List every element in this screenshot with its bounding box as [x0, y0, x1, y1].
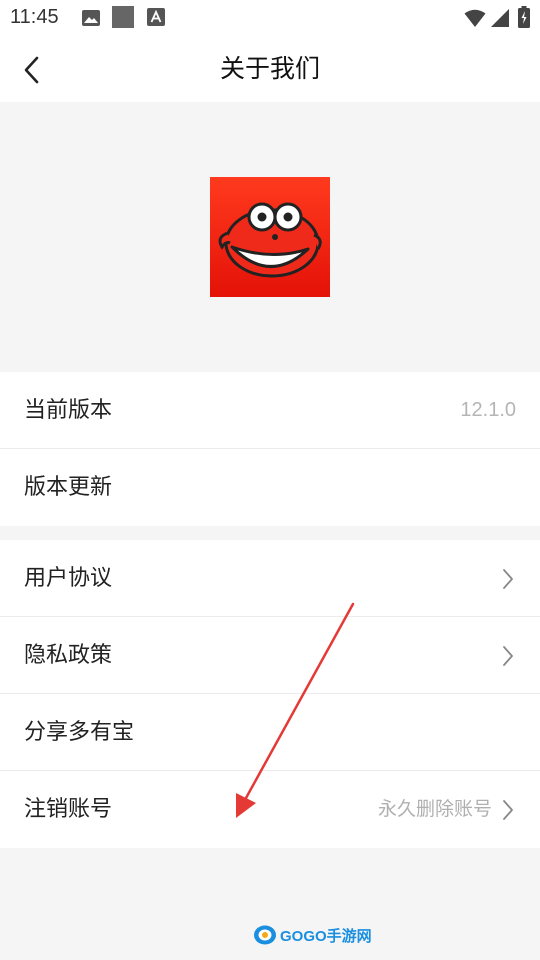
chevron-right-icon: [503, 800, 513, 820]
version-value: 12.1.0: [460, 399, 516, 421]
row-label: 隐私政策: [24, 643, 113, 668]
logo-area: [0, 102, 540, 372]
user-agreement-row[interactable]: 用户协议: [0, 540, 540, 617]
share-row[interactable]: 分享多有宝: [0, 694, 540, 771]
nav-bar: 关于我们: [0, 36, 540, 102]
info-group: 当前版本 12.1.0 版本更新: [0, 372, 540, 526]
watermark-text: GOGO手游网: [280, 927, 372, 945]
wifi-icon: [464, 9, 486, 27]
battery-icon: [518, 6, 530, 28]
delete-account-row[interactable]: 注销账号 永久删除账号: [0, 771, 540, 848]
row-label: 分享多有宝: [24, 720, 135, 745]
row-label: 版本更新: [24, 475, 113, 500]
chevron-right-icon: [503, 569, 513, 589]
a-icon: [147, 8, 165, 26]
status-bar: 11:45: [0, 0, 540, 36]
row-label: 注销账号: [24, 797, 113, 822]
status-time: 11:45: [10, 6, 59, 28]
row-label: 当前版本: [24, 398, 113, 423]
chevron-right-icon: [503, 646, 513, 666]
page-title: 关于我们: [219, 54, 320, 83]
current-version-row: 当前版本 12.1.0: [0, 372, 540, 449]
watermark: GOGO手游网: [253, 924, 372, 946]
version-update-row[interactable]: 版本更新: [0, 449, 540, 526]
delete-account-hint: 永久删除账号: [377, 798, 492, 820]
square-icon: [112, 6, 134, 28]
image-icon: [82, 10, 100, 26]
signal-icon: [491, 9, 509, 27]
gamepad-logo-icon: [254, 925, 276, 945]
privacy-policy-row[interactable]: 隐私政策: [0, 617, 540, 694]
app-logo: [210, 177, 330, 297]
row-label: 用户协议: [24, 566, 113, 591]
menu-group: 用户协议 隐私政策 分享多有宝 注销账号 永久删除账号: [0, 540, 540, 848]
